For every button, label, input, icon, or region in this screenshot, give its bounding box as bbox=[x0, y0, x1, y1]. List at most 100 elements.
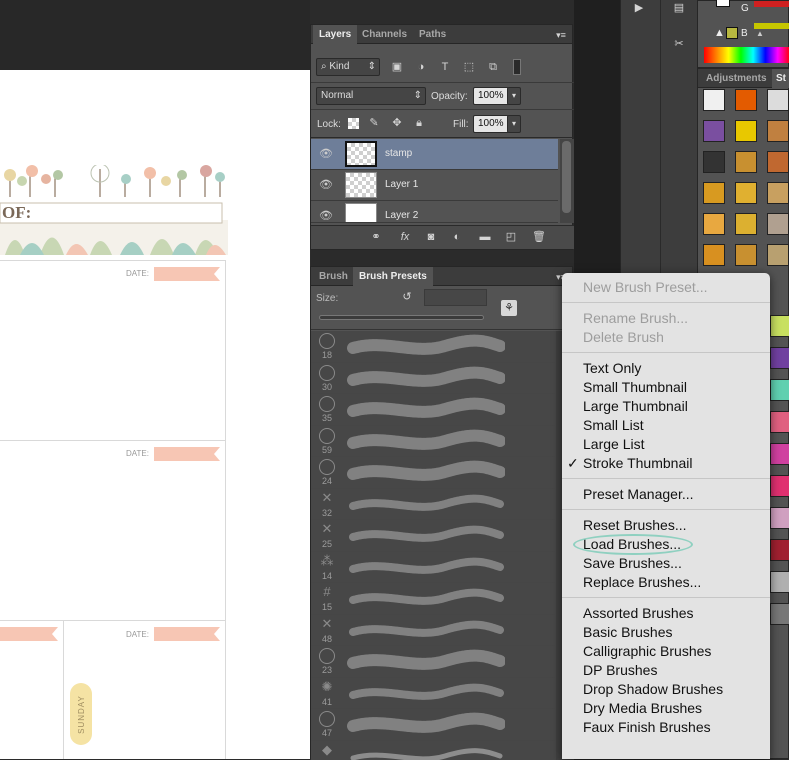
style-swatch[interactable] bbox=[703, 213, 725, 235]
style-swatch[interactable] bbox=[767, 151, 789, 173]
menu-item-dry-media-brushes[interactable]: Dry Media Brushes bbox=[583, 700, 702, 716]
filter-toggle[interactable] bbox=[513, 59, 521, 75]
brush-preset-row[interactable]: ⁂14 bbox=[311, 552, 556, 584]
style-swatch[interactable] bbox=[703, 151, 725, 173]
brush-preset-list[interactable]: 1830355924✕32✕25⁂14#15✕4823✺4147◆10 bbox=[311, 331, 556, 760]
tab-adjustments[interactable]: Adjustments bbox=[700, 69, 773, 88]
menu-item-text-only[interactable]: Text Only bbox=[583, 360, 641, 376]
size-slider[interactable] bbox=[319, 315, 484, 320]
menu-item-drop-shadow-brushes[interactable]: Drop Shadow Brushes bbox=[583, 681, 723, 697]
style-swatch[interactable] bbox=[735, 244, 757, 266]
layer-row-layer-2[interactable]: 👁︎ Layer 2 bbox=[311, 201, 558, 223]
document-canvas[interactable]: OF: DATE: DATE: DATE: SUNDAY bbox=[0, 0, 310, 759]
style-swatch[interactable] bbox=[770, 315, 789, 337]
type-filter-icon[interactable]: T bbox=[437, 59, 453, 75]
gamut-swatch[interactable] bbox=[726, 27, 738, 39]
layer-filter-select[interactable]: ⌕ Kind ⇕ bbox=[316, 58, 380, 76]
style-swatch[interactable] bbox=[770, 539, 789, 561]
lock-all-icon[interactable]: 🔒︎ bbox=[411, 115, 427, 131]
panel-menu-icon[interactable]: ▾≡ bbox=[553, 27, 569, 43]
mask-icon[interactable]: ◙ bbox=[423, 229, 439, 245]
brush-preset-row[interactable]: ✺41 bbox=[311, 678, 556, 710]
visibility-eye-icon[interactable]: 👁︎ bbox=[318, 147, 334, 161]
menu-item-basic-brushes[interactable]: Basic Brushes bbox=[583, 624, 672, 640]
layers-scroll-thumb[interactable] bbox=[562, 141, 571, 213]
b-slider-handle[interactable]: ▲ bbox=[756, 29, 764, 38]
smart-object-filter-icon[interactable]: ⧉ bbox=[485, 59, 501, 75]
brush-preset-row[interactable]: ✕32 bbox=[311, 489, 556, 521]
style-swatch[interactable] bbox=[767, 120, 789, 142]
new-layer-icon[interactable]: ◰ bbox=[503, 229, 519, 245]
tab-brush[interactable]: Brush bbox=[313, 267, 354, 286]
brush-preset-row[interactable]: ◆10 bbox=[311, 741, 556, 760]
lock-transparency-icon[interactable] bbox=[348, 118, 359, 129]
play-icon[interactable]: ▶ bbox=[630, 0, 648, 16]
menu-item-preset-manager[interactable]: Preset Manager... bbox=[583, 486, 694, 502]
menu-item-stroke-thumbnail[interactable]: Stroke Thumbnail bbox=[583, 455, 692, 471]
notes-icon[interactable]: ▤ bbox=[670, 0, 688, 16]
white-swatch[interactable] bbox=[716, 0, 730, 7]
opacity-dropdown[interactable]: ▾ bbox=[507, 87, 521, 105]
menu-item-small-thumbnail[interactable]: Small Thumbnail bbox=[583, 379, 687, 395]
tools-icon[interactable]: ✂ bbox=[670, 36, 688, 52]
style-swatch[interactable] bbox=[703, 120, 725, 142]
folder-icon[interactable]: ▬ bbox=[477, 229, 493, 245]
fill-dropdown[interactable]: ▾ bbox=[507, 115, 521, 133]
menu-item-small-list[interactable]: Small List bbox=[583, 417, 644, 433]
tab-paths[interactable]: Paths bbox=[413, 25, 452, 44]
brush-preset-row[interactable]: #15 bbox=[311, 583, 556, 615]
adjustment-filter-icon[interactable]: ◑ bbox=[413, 59, 429, 75]
fill-input[interactable]: 100% bbox=[473, 115, 509, 133]
brush-preset-row[interactable]: ✕25 bbox=[311, 520, 556, 552]
style-swatch[interactable] bbox=[770, 507, 789, 529]
style-swatch[interactable] bbox=[703, 182, 725, 204]
style-swatch[interactable] bbox=[703, 89, 725, 111]
fx-icon[interactable]: fx bbox=[397, 229, 413, 245]
tab-brush-presets[interactable]: Brush Presets bbox=[353, 267, 433, 286]
style-swatch[interactable] bbox=[703, 244, 725, 266]
style-swatch[interactable] bbox=[770, 347, 789, 369]
menu-item-replace-brushes[interactable]: Replace Brushes... bbox=[583, 574, 701, 590]
layer-row-stamp[interactable]: 👁︎ stamp bbox=[311, 139, 558, 170]
style-swatch[interactable] bbox=[770, 571, 789, 593]
image-filter-icon[interactable]: ▣ bbox=[389, 59, 405, 75]
menu-item-dp-brushes[interactable]: DP Brushes bbox=[583, 662, 657, 678]
brush-preset-row[interactable]: 18 bbox=[311, 331, 556, 363]
menu-item-large-list[interactable]: Large List bbox=[583, 436, 644, 452]
lock-position-icon[interactable]: ✥ bbox=[389, 115, 405, 131]
trash-icon[interactable]: 🗑︎ bbox=[531, 229, 547, 245]
style-swatch[interactable] bbox=[770, 411, 789, 433]
style-swatch[interactable] bbox=[735, 213, 757, 235]
brush-preset-row[interactable]: ✕48 bbox=[311, 615, 556, 647]
menu-item-save-brushes[interactable]: Save Brushes... bbox=[583, 555, 682, 571]
lock-pixels-icon[interactable]: ✎ bbox=[366, 115, 382, 131]
style-swatch[interactable] bbox=[767, 89, 789, 111]
style-swatch[interactable] bbox=[770, 603, 789, 625]
opacity-input[interactable]: 100% bbox=[473, 87, 509, 105]
style-swatch[interactable] bbox=[767, 244, 789, 266]
tab-styles[interactable]: St bbox=[772, 69, 789, 88]
menu-item-assorted-brushes[interactable]: Assorted Brushes bbox=[583, 605, 694, 621]
visibility-eye-icon[interactable]: 👁︎ bbox=[318, 178, 334, 192]
style-swatch[interactable] bbox=[770, 475, 789, 497]
style-swatch[interactable] bbox=[735, 151, 757, 173]
style-swatch[interactable] bbox=[735, 89, 757, 111]
menu-item-large-thumbnail[interactable]: Large Thumbnail bbox=[583, 398, 688, 414]
brush-preset-row[interactable]: 23 bbox=[311, 646, 556, 678]
brush-preset-row[interactable]: 47 bbox=[311, 709, 556, 741]
style-swatch[interactable] bbox=[735, 182, 757, 204]
warning-icon[interactable]: ▲ bbox=[714, 27, 725, 39]
brush-preset-row[interactable]: 59 bbox=[311, 426, 556, 458]
brush-preset-row[interactable]: 30 bbox=[311, 363, 556, 395]
tab-channels[interactable]: Channels bbox=[356, 25, 413, 44]
adjustment-icon[interactable]: ◐ bbox=[449, 229, 465, 245]
g-slider[interactable] bbox=[754, 1, 789, 7]
style-swatch[interactable] bbox=[770, 379, 789, 401]
style-swatch[interactable] bbox=[767, 213, 789, 235]
blend-mode-select[interactable]: Normal⇕ bbox=[316, 87, 426, 105]
reset-size-icon[interactable]: ↺ bbox=[399, 289, 415, 305]
brush-preset-row[interactable]: 24 bbox=[311, 457, 556, 489]
style-swatch[interactable] bbox=[767, 182, 789, 204]
layer-row-layer-1[interactable]: 👁︎ Layer 1 bbox=[311, 170, 558, 201]
brush-preset-row[interactable]: 35 bbox=[311, 394, 556, 426]
